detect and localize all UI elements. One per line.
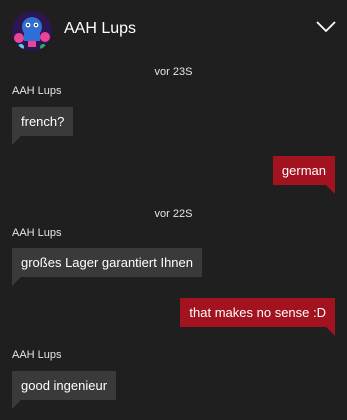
contact-avatar[interactable] (12, 11, 52, 51)
outgoing-message: german (272, 156, 336, 194)
group-avatar-icon (12, 11, 52, 51)
message-sender: AAH Lups (12, 349, 62, 361)
incoming-message: good ingenieur (12, 371, 117, 409)
message-timestamp: vor 23S (154, 66, 193, 78)
incoming-message: großes Lager garantiert Ihnen (12, 248, 202, 286)
chevron-down-icon[interactable] (315, 20, 337, 34)
message-timestamp: vor 22S (154, 208, 193, 220)
incoming-message: french? (12, 107, 74, 145)
conversation-header: AAH Lups (0, 0, 347, 62)
message-sender: AAH Lups (12, 227, 62, 239)
message-sender: AAH Lups (12, 85, 62, 97)
contact-name: AAH Lups (64, 20, 137, 37)
outgoing-message: that makes no sense :D (180, 298, 335, 336)
